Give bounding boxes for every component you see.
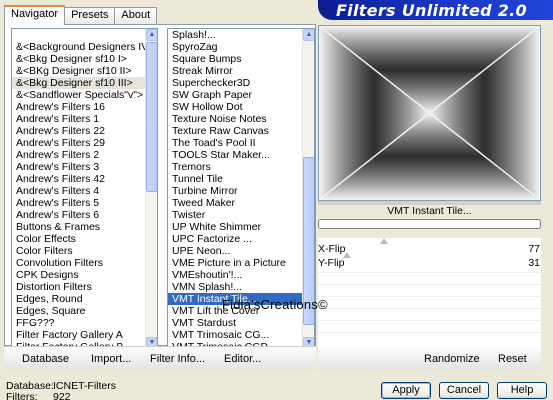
category-list[interactable]: &<Background Designers IV> &<Bkg Designer… [11,28,158,350]
category-item[interactable]: Color Filters [12,245,146,257]
filter-item[interactable]: VME Picture in a Picture [168,257,302,269]
category-item[interactable]: Andrew's Filters 6 [12,209,146,221]
progress-bar [318,219,541,229]
right-edge [541,25,553,370]
category-item[interactable]: Convolution Filters [12,257,146,269]
category-item[interactable]: Andrew's Filters 2 [12,149,146,161]
filter-item[interactable]: Streak Mirror [168,65,302,77]
preview-image [318,25,541,201]
category-item[interactable]: Color Effects [12,233,146,245]
category-item[interactable]: Andrew's Filters 16 [12,101,146,113]
help-button[interactable]: Help [497,382,547,399]
filter-item[interactable]: Square Bumps [168,53,302,65]
preview-tile-graphic [318,25,541,201]
filters-count-label: Filters: [6,391,38,400]
filter-item[interactable]: Texture Raw Canvas [168,125,302,137]
param-value: 31 [528,257,540,269]
filter-item[interactable]: Texture Noise Notes [168,113,302,125]
filter-item[interactable]: UPC Factorize ... [168,233,302,245]
filter-item[interactable]: Tremors [168,161,302,173]
filter-item[interactable]: Tweed Maker [168,197,302,209]
param-row-x-flip[interactable]: X-Flip 77 [318,243,542,255]
preview-filter-name: VMT Instant Tile... [387,205,472,217]
import-button[interactable]: Import... [91,353,131,365]
randomize-button[interactable]: Randomize [424,353,480,365]
filter-item[interactable]: TOOLS Star Maker... [168,149,302,161]
filter-item[interactable]: SpyroZag [168,41,302,53]
tab-bar: Navigator Presets About [4,5,158,25]
reset-button[interactable]: Reset [498,353,527,365]
category-item[interactable]: Edges, Square [12,305,146,317]
parameter-panel: X-Flip 77 Y-Flip 31 [318,238,542,348]
category-item[interactable]: Andrew's Filters 22 [12,125,146,137]
category-item[interactable]: &<Sandflower Specials"v"> [12,89,146,101]
category-item[interactable]: Filter Factory Gallery A [12,329,146,341]
category-scroll-thumb[interactable] [146,42,157,192]
banner-title: Filters Unlimited 2.0 [335,1,527,20]
database-button[interactable]: Database [22,353,69,365]
filter-item[interactable]: VMEshoutin'!... [168,269,302,281]
editor-button[interactable]: Editor... [224,353,261,365]
filter-item[interactable]: Tunnel Tile [168,173,302,185]
category-item[interactable]: Andrew's Filters 42 [12,173,146,185]
apply-button[interactable]: Apply [381,382,431,399]
category-item[interactable]: Buttons & Frames [12,221,146,233]
category-item[interactable]: Distortion Filters [12,281,146,293]
param-label: Y-Flip [318,257,345,269]
param-value: 77 [528,243,540,255]
filter-item[interactable]: Superchecker3D [168,77,302,89]
category-item[interactable]: CPK Designs [12,269,146,281]
filter-item[interactable]: SW Graph Paper [168,89,302,101]
filter-item[interactable]: UPE Neon... [168,245,302,257]
filter-info-button[interactable]: Filter Info... [150,353,205,365]
param-row-y-flip[interactable]: Y-Flip 31 [318,257,542,269]
database-info: Database:ICNET-Filters Filters: 922 [6,381,116,400]
category-item[interactable]: FFG??? [12,317,146,329]
watermark-text: Fidia'sCreations© [222,297,328,312]
filters-count-value: 922 [53,391,71,400]
category-item[interactable]: Andrew's Filters 1 [12,113,146,125]
scroll-up-icon[interactable]: ▲ [303,29,314,41]
title-banner: Filters Unlimited 2.0 [318,0,553,20]
filter-item[interactable]: UP White Shimmer [168,221,302,233]
filter-item[interactable]: Splash!... [168,29,302,41]
category-item[interactable]: &<BKg Designer sf10 II> [12,65,146,77]
category-scrollbar[interactable]: ▲ ▼ [145,29,157,349]
category-item[interactable]: Andrew's Filters 3 [12,161,146,173]
filter-item[interactable]: Twister [168,209,302,221]
param-label: X-Flip [318,243,346,255]
x-flip-slider-thumb-icon[interactable] [380,238,388,244]
cancel-button[interactable]: Cancel [439,382,489,399]
category-item[interactable]: Andrew's Filters 29 [12,137,146,149]
category-item[interactable]: Andrew's Filters 4 [12,185,146,197]
filter-item[interactable]: VMT Stardust [168,317,302,329]
y-flip-slider-thumb-icon[interactable] [343,252,351,258]
category-item[interactable]: Edges, Round [12,293,146,305]
tab-about[interactable]: About [114,7,158,24]
tab-presets[interactable]: Presets [64,7,116,24]
filter-item[interactable]: VMN Splash!... [168,281,302,293]
filter-item[interactable]: SW Hollow Dot [168,101,302,113]
filter-item[interactable]: The Toad's Pool II [168,137,302,149]
filter-item[interactable]: VMT Trimosaic CG... [168,329,302,341]
category-item[interactable]: Andrew's Filters 5 [12,197,146,209]
category-item[interactable]: &<Bkg Designer sf10 I> [12,53,146,65]
category-item[interactable]: &<Background Designers IV> [12,41,154,53]
scroll-up-icon[interactable]: ▲ [146,29,157,41]
tab-navigator[interactable]: Navigator [4,5,66,25]
filter-item[interactable]: Turbine Mirror [168,185,302,197]
category-item[interactable]: &<Bkg Designer sf10 III> [12,77,146,89]
